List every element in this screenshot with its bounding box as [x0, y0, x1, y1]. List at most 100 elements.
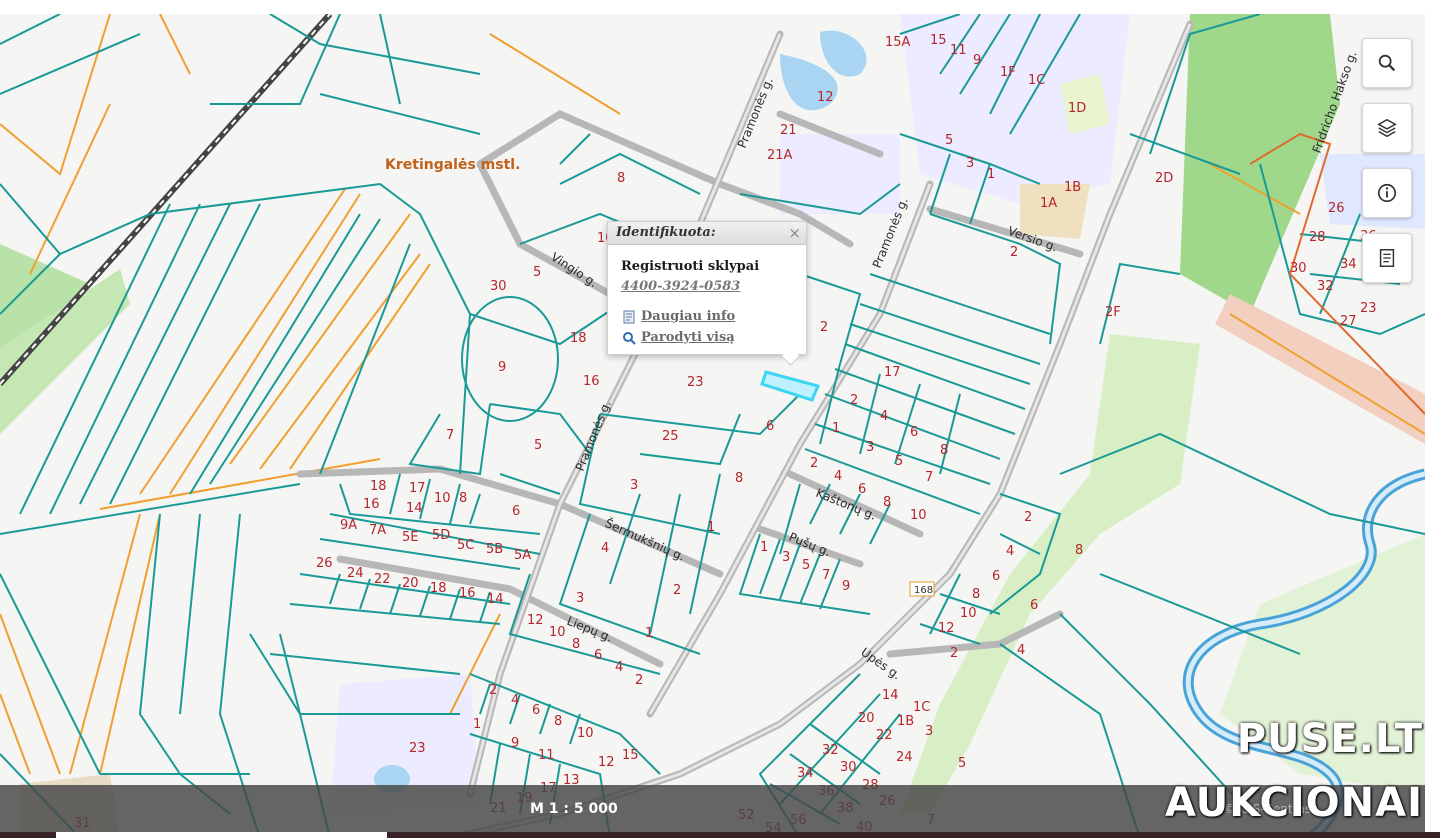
close-icon[interactable]: × [788, 224, 801, 242]
parcel-label: 3 [576, 591, 584, 606]
parcel-label: 34 [797, 766, 814, 781]
parcel-label: 9 [842, 579, 850, 594]
document-icon [623, 310, 635, 323]
parcel-label: 10 [960, 606, 977, 621]
watermark-line2: AUKCIONAI [1165, 780, 1423, 826]
parcel-label: 3 [866, 440, 874, 455]
parcel-label: 4 [601, 541, 609, 556]
parcel-label: 11 [950, 43, 967, 58]
riverbank-green [900, 334, 1200, 814]
parcel-label: 32 [822, 743, 839, 758]
parcel-label: 5A [514, 548, 531, 563]
parcel-label: 12 [938, 621, 955, 636]
parcel-label: 24 [896, 750, 913, 765]
parcel-label: 8 [459, 491, 467, 506]
parcel-label: 25 [662, 429, 679, 444]
parcel-label: 12 [598, 755, 615, 770]
parcel-label: 1B [1064, 180, 1081, 195]
parcel-label: 21 [780, 123, 797, 138]
more-info-link[interactable]: Daugiau info [622, 309, 735, 324]
parcel-label: 2 [489, 683, 497, 698]
parcel-label: 8 [572, 637, 580, 652]
parcel-label: 18 [430, 581, 447, 596]
parcel-label: 4 [1017, 643, 1025, 658]
parcel-label: 27 [1340, 314, 1357, 329]
parcel-label: 8 [617, 171, 625, 186]
parcel-label: 5B [486, 542, 503, 557]
parcel-label: 6 [858, 482, 866, 497]
parcel-label: 5C [457, 538, 474, 553]
parcel-label: 8 [883, 495, 891, 510]
parcel-label: 2 [810, 456, 818, 471]
info-button[interactable] [1362, 168, 1412, 218]
parcel-label: 12 [817, 90, 834, 105]
parcel-label: 20 [858, 711, 875, 726]
parcel-label: 14 [882, 688, 899, 703]
parcel-label: 2 [1024, 510, 1032, 525]
layers-icon [1377, 118, 1397, 138]
identified-parcel[interactable] [760, 370, 821, 402]
popup-title: Identifikuota: [608, 222, 806, 245]
parcel-label: 10 [549, 625, 566, 640]
parcel-label: 12 [527, 613, 544, 628]
parcel-label: 5 [534, 438, 542, 453]
parcel-label: 6 [1030, 598, 1038, 613]
parcel-label: 4 [834, 469, 842, 484]
parcel-label: 4 [880, 409, 888, 424]
parcel-label: 2 [635, 673, 643, 688]
parcel-label: 1D [1068, 101, 1086, 116]
magnifier-icon [623, 331, 636, 345]
show-all-label: Parodyti visą [641, 330, 735, 345]
parcel-label: 1 [645, 626, 653, 641]
parcel-label: 2F [1105, 305, 1121, 320]
parcel-label: 2 [1010, 245, 1018, 260]
parcel-label: 5 [802, 558, 810, 573]
street-label: Vingio g. [548, 250, 600, 290]
parcel-label: 28 [1309, 230, 1326, 245]
map-toolbar [1362, 38, 1412, 298]
parcel-id-link[interactable]: 4400-3924-0583 [621, 279, 740, 294]
parcel-label: 3 [966, 156, 974, 171]
cadastral-map: 8 10 6 5 30 18 9 16 7 5 4 2 23 25 6 17 3… [0, 14, 1425, 838]
parcel-label: 9 [498, 360, 506, 375]
parcel-label: 17 [409, 481, 426, 496]
parcel-label: 6 [910, 425, 918, 440]
parcel-label: 22 [374, 572, 391, 587]
parcel-label: 4 [511, 693, 519, 708]
search-button[interactable] [1362, 38, 1412, 88]
parcel-label: 2 [820, 320, 828, 335]
parcel-label: 10 [434, 491, 451, 506]
parcel-label: 22 [876, 728, 893, 743]
map-canvas[interactable]: 8 10 6 5 30 18 9 16 7 5 4 2 23 25 6 17 3… [0, 14, 1425, 838]
show-all-link[interactable]: Parodyti visą [622, 330, 735, 345]
parcel-label: 6 [766, 419, 774, 434]
identify-popup: Identifikuota: × Registruoti sklypai 440… [607, 221, 807, 366]
parcel-label: 5 [533, 265, 541, 280]
parcel-label: 14 [406, 501, 423, 516]
parcel-label: 1B [897, 714, 914, 729]
parcel-label: 9 [973, 53, 981, 68]
parcel-label: 1 [832, 421, 840, 436]
info-icon [1377, 183, 1397, 203]
search-icon [1378, 54, 1396, 72]
parcel-label: 5D [432, 528, 450, 543]
parcel-label: 5E [402, 530, 419, 545]
parcel-label: 15 [930, 33, 947, 48]
parcel-label: 7 [446, 428, 454, 443]
parcel-label: 2D [1155, 171, 1173, 186]
parcel-label: 30 [490, 279, 507, 294]
parcel-label: 23 [409, 741, 426, 756]
parcel-label: 17 [884, 365, 901, 380]
parcel-label: 24 [347, 566, 364, 581]
parcel-label: 16 [363, 497, 380, 512]
legend-button[interactable] [1362, 233, 1412, 283]
parcel-label: 8 [1075, 543, 1083, 558]
parcel-label: 18 [570, 331, 587, 346]
legend-icon [1379, 249, 1395, 267]
video-progress-bar[interactable] [0, 832, 1440, 838]
parcel-label: 7 [925, 470, 933, 485]
parcel-label: 1 [473, 717, 481, 732]
building-zone [780, 134, 900, 214]
layers-button[interactable] [1362, 103, 1412, 153]
parcel-label: 1 [987, 167, 995, 182]
